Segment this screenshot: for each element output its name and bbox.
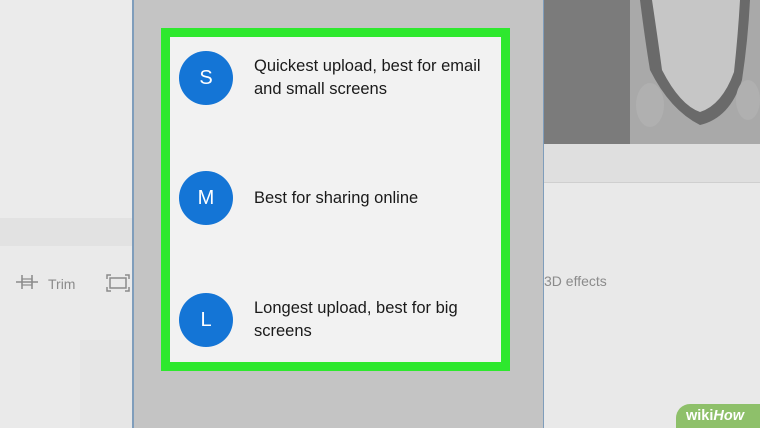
toolbar-divider — [544, 182, 760, 183]
toolbar-area-right — [544, 182, 760, 428]
resize-button[interactable] — [105, 273, 131, 296]
storyboard-area — [80, 340, 133, 428]
trim-label: Trim — [48, 275, 76, 292]
trim-icon — [14, 273, 40, 294]
video-preview-dark — [544, 0, 630, 144]
video-preview-image — [630, 0, 760, 144]
quality-description: Longest upload, best for big screens — [254, 299, 458, 340]
video-quality-menu: S Quickest upload, best for email and sm… — [161, 28, 510, 371]
quality-badge-s: S — [179, 51, 233, 105]
quality-description: Best for sharing online — [254, 188, 419, 207]
3d-effects-label: 3D effects — [544, 273, 607, 289]
quality-description: Quickest upload, best for email and smal… — [254, 57, 481, 98]
watermark-suffix: How — [713, 408, 745, 424]
quality-badge-l: L — [179, 293, 233, 347]
quality-option-large[interactable]: L Longest upload, best for big screens — [179, 293, 494, 347]
wikihow-watermark: wiki How — [676, 404, 760, 428]
quality-option-medium[interactable]: M Best for sharing online — [179, 171, 494, 225]
trim-button[interactable]: Trim — [14, 273, 75, 294]
watermark-prefix: wiki — [686, 408, 714, 424]
quality-option-small[interactable]: S Quickest upload, best for email and sm… — [179, 51, 494, 105]
timeline-strip — [0, 218, 133, 246]
quality-badge-m: M — [179, 171, 233, 225]
timeline-strip-right — [544, 144, 760, 182]
dialog-divider-left — [132, 0, 134, 428]
resize-icon — [105, 273, 131, 296]
preview-area — [0, 0, 133, 218]
3d-effects-button[interactable]: 3D effects — [544, 273, 607, 289]
